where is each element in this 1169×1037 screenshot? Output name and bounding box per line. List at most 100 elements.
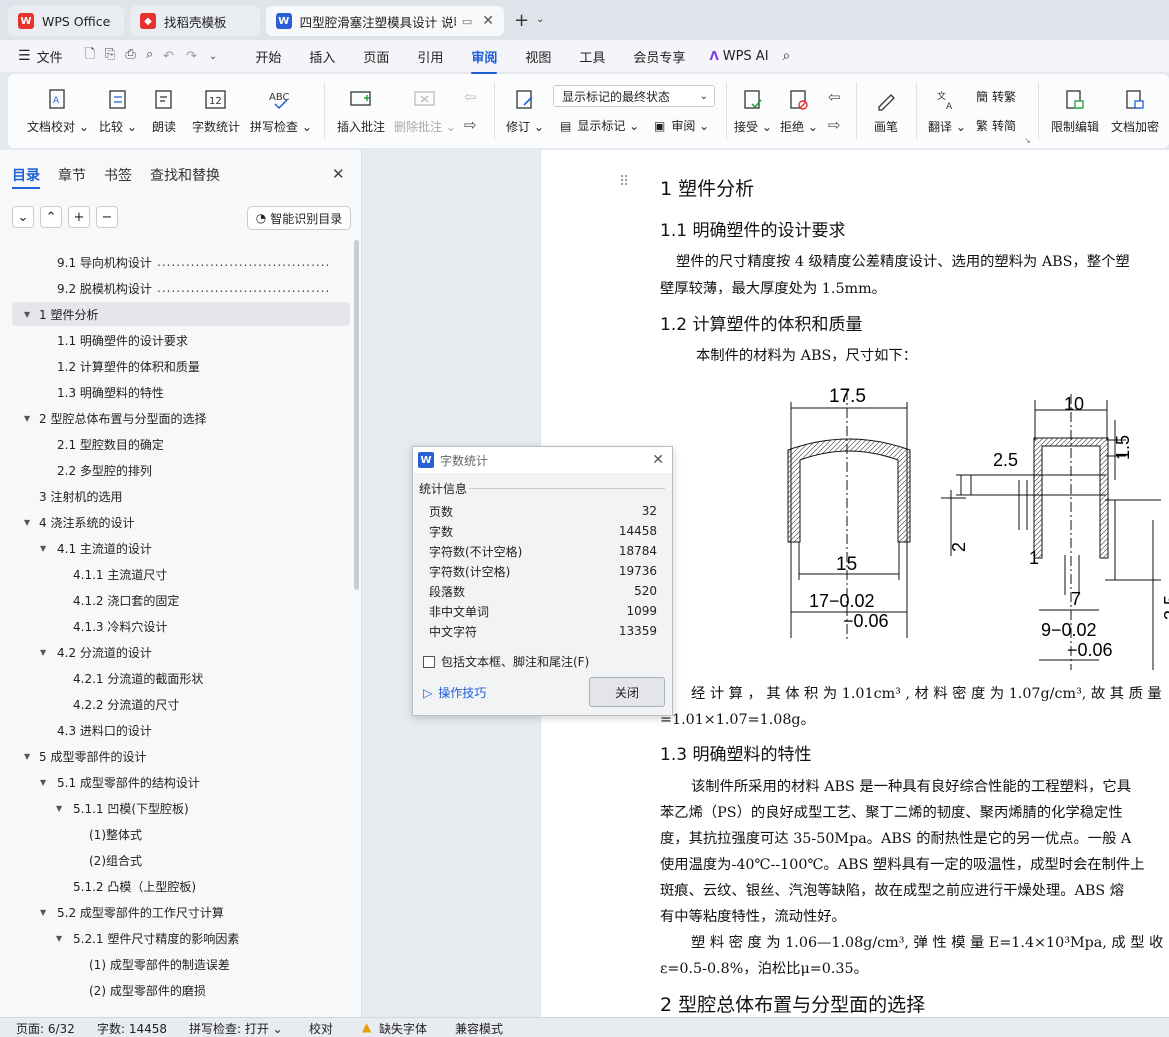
undo-redo-icons[interactable]: ↶↷	[163, 49, 209, 64]
toc-item[interactable]: 4.1.1 主流道尺寸	[12, 562, 350, 586]
toc-item[interactable]: ▼ 4.1 主流道的设计	[12, 536, 350, 560]
toc-item[interactable]: (1)整体式	[12, 822, 350, 846]
expand-triangle-icon[interactable]: ▼	[40, 648, 46, 657]
read-aloud-button[interactable]: 朗读	[144, 74, 184, 148]
pane-tab-chapters[interactable]: 章节	[58, 165, 86, 185]
smart-toc-button[interactable]: ◔ 智能识别目录	[247, 206, 351, 230]
toc-item[interactable]: ▼ 5.1 成型零部件的结构设计	[12, 770, 350, 794]
tab-current-document[interactable]: W 四型腔滑塞注塑模具设计 说明 ▭ ✕	[266, 6, 504, 36]
tab-wps-office[interactable]: W WPS Office	[8, 6, 124, 36]
expand-triangle-icon[interactable]: ▼	[24, 752, 30, 761]
menu-insert[interactable]: 插入	[295, 47, 349, 66]
close-button[interactable]: 关闭	[589, 677, 665, 707]
toc-item[interactable]: 4.1.3 冷料穴设计	[12, 614, 350, 638]
toc-item[interactable]: ▼ 4.2 分流道的设计	[12, 640, 350, 664]
toc-item[interactable]: 3 注射机的选用	[12, 484, 350, 508]
menu-tools[interactable]: 工具	[565, 47, 619, 66]
status-missing-font[interactable]: 缺失字体	[379, 1020, 427, 1037]
close-icon[interactable]: ✕	[652, 452, 664, 468]
toc-item[interactable]: ▼ 2 型腔总体布置与分型面的选择	[12, 406, 350, 430]
collapse-all-button[interactable]: ⌄	[12, 206, 34, 228]
toc-item[interactable]: 4.2.1 分流道的截面形状	[12, 666, 350, 690]
close-pane-icon[interactable]: ✕	[332, 165, 345, 183]
pane-scrollbar[interactable]	[354, 240, 359, 590]
toc-item[interactable]: ▼ 1 塑件分析	[12, 302, 350, 326]
spell-check-button[interactable]: ABC 拼写检查 ⌄	[248, 74, 314, 148]
monitor-icon[interactable]: ▭	[462, 15, 472, 28]
menu-wps-ai[interactable]: WPS AI	[719, 49, 783, 64]
translate-button[interactable]: 文A 翻译 ⌄	[924, 74, 970, 148]
toc-item[interactable]: ▼ 5.2 成型零部件的工作尺寸计算	[12, 900, 350, 924]
to-simplified-button[interactable]: 繁转简	[976, 117, 1016, 134]
status-spell[interactable]: 拼写检查: 打开 ⌄	[189, 1020, 283, 1037]
expand-triangle-icon[interactable]: ▼	[40, 908, 46, 917]
expand-triangle-icon[interactable]: ▼	[24, 414, 30, 423]
menu-references[interactable]: 引用	[403, 47, 457, 66]
expand-up-button[interactable]: ⌃	[40, 206, 62, 228]
reject-button[interactable]: 拒绝 ⌄	[778, 74, 820, 148]
expand-triangle-icon[interactable]: ▼	[56, 934, 62, 943]
checkbox-box[interactable]	[423, 655, 435, 668]
markup-state-select[interactable]: 显示标记的最终状态 ⌄	[553, 85, 715, 107]
add-heading-button[interactable]: +	[68, 206, 90, 228]
menu-file[interactable]: 文件	[31, 47, 77, 66]
include-textbox-checkbox[interactable]: 包括文本框、脚注和尾注(F)	[423, 653, 589, 670]
toc-item[interactable]: 9.1 导向机构设计..............................…	[12, 250, 350, 274]
menu-home[interactable]: 开始	[241, 47, 295, 66]
ink-button[interactable]: 画笔	[866, 74, 906, 148]
pane-tab-toc[interactable]: 目录	[12, 165, 40, 185]
revise-button[interactable]: 修订 ⌄	[504, 74, 546, 148]
toc-item[interactable]: 1.3 明确塑料的特性	[12, 380, 350, 404]
close-tab-icon[interactable]: ✕	[482, 13, 494, 29]
prev-change-icon[interactable]: ⇦	[828, 88, 841, 106]
tab-docer-templates[interactable]: ◆ 找稻壳模板	[130, 6, 260, 36]
toc-item[interactable]: ▼ 5.1.1 凹模(下型腔板)	[12, 796, 350, 820]
remove-heading-button[interactable]: −	[96, 206, 118, 228]
expand-icon[interactable]: ↘	[1024, 136, 1031, 145]
toc-item[interactable]: (2)组合式	[12, 848, 350, 872]
toc-item[interactable]: ▼ 4 浇注系统的设计	[12, 510, 350, 534]
review-pane-button[interactable]: ▣ 审阅 ⌄	[654, 117, 709, 134]
compare-button[interactable]: 比较 ⌄	[96, 74, 140, 148]
pane-tab-bookmarks[interactable]: 书签	[104, 165, 132, 185]
menu-review[interactable]: 审阅	[457, 47, 511, 74]
quick-access-icons[interactable]: 🗋⎘⎙⌕	[85, 45, 164, 67]
toc-item[interactable]: ▼ 5 成型零部件的设计	[12, 744, 350, 768]
next-comment-icon[interactable]: ⇨	[464, 116, 477, 134]
word-count-button[interactable]: 12 字数统计	[188, 74, 244, 148]
delete-comment-button[interactable]: 删除批注 ⌄	[394, 74, 456, 148]
next-change-icon[interactable]: ⇨	[828, 116, 841, 134]
to-traditional-button[interactable]: 簡转繁	[976, 88, 1016, 105]
toc-item[interactable]: 4.1.2 浇口套的固定	[12, 588, 350, 612]
toc-item[interactable]: 5.1.2 凸模（上型腔板)	[12, 874, 350, 898]
toc-item[interactable]: 4.2.2 分流道的尺寸	[12, 692, 350, 716]
menu-page[interactable]: 页面	[349, 47, 403, 66]
expand-triangle-icon[interactable]: ▼	[24, 518, 30, 527]
chevron-down-icon[interactable]: ⌄	[536, 14, 544, 25]
tips-link[interactable]: ▷ 操作技巧	[423, 684, 486, 701]
menu-membership[interactable]: 会员专享	[619, 47, 699, 66]
toc-item[interactable]: (2) 成型零部件的磨损	[12, 978, 350, 1002]
toc-item[interactable]: 9.2 脱模机构设计..............................…	[12, 276, 350, 300]
hamburger-icon[interactable]: ☰	[18, 48, 31, 64]
chevron-down-icon[interactable]: ⌄	[209, 51, 217, 62]
expand-triangle-icon[interactable]: ▼	[56, 804, 62, 813]
expand-triangle-icon[interactable]: ▼	[40, 544, 46, 553]
encrypt-button[interactable]: 文档加密	[1106, 74, 1164, 148]
drag-handle-icon[interactable]: ⠿	[619, 174, 629, 190]
expand-triangle-icon[interactable]: ▼	[24, 310, 30, 319]
status-proof[interactable]: 校对	[309, 1020, 333, 1037]
expand-triangle-icon[interactable]: ▼	[40, 778, 46, 787]
restrict-edit-button[interactable]: 限制编辑	[1046, 74, 1104, 148]
show-markup-button[interactable]: ▤ 显示标记 ⌄	[560, 117, 639, 134]
new-tab-icon[interactable]: +	[514, 10, 529, 31]
toc-item[interactable]: 2.2 多型腔的排列	[12, 458, 350, 482]
toc-item[interactable]: 2.1 型腔数目的确定	[12, 432, 350, 456]
search-icon[interactable]: ⌕	[783, 48, 791, 64]
prev-comment-icon[interactable]: ⇦	[464, 88, 477, 106]
status-words[interactable]: 字数: 14458	[97, 1020, 167, 1037]
accept-button[interactable]: 接受 ⌄	[732, 74, 774, 148]
toc-item[interactable]: 1.1 明确塑件的设计要求	[12, 328, 350, 352]
pane-tab-find-replace[interactable]: 查找和替换	[150, 165, 220, 185]
toc-item[interactable]: 1.2 计算塑件的体积和质量	[12, 354, 350, 378]
